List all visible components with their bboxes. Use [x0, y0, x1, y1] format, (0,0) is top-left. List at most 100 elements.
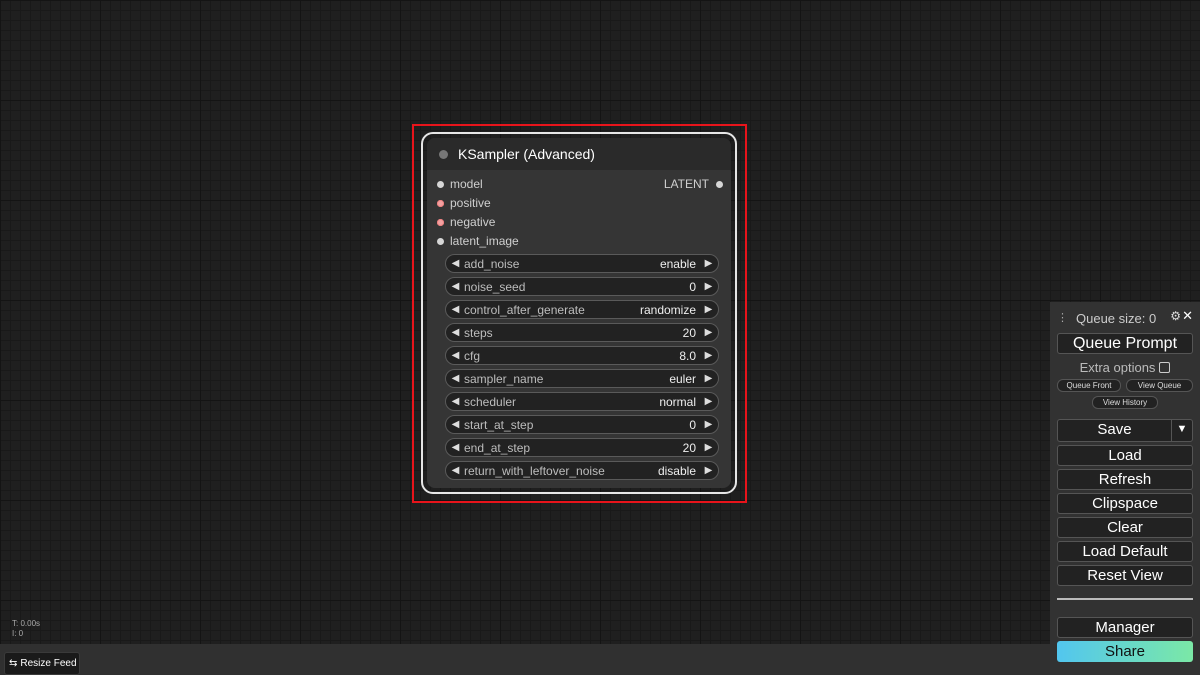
input-slot-positive[interactable]: positive: [437, 196, 491, 210]
right-arrow-icon[interactable]: ▶: [702, 327, 715, 338]
left-arrow-icon[interactable]: ◀: [449, 258, 462, 269]
left-arrow-icon[interactable]: ◀: [449, 281, 462, 292]
close-icon[interactable]: ✕: [1182, 308, 1193, 324]
widget-value: enable: [659, 256, 696, 271]
save-button[interactable]: Save: [1058, 420, 1171, 441]
clipspace-button[interactable]: Clipspace: [1057, 493, 1193, 514]
panel-header: ⋮ Queue size: 0 ⚙ ✕: [1057, 308, 1193, 328]
render-stats: T: 0.00s I: 0: [12, 619, 40, 639]
widget-value: disable: [657, 463, 696, 478]
resize-icon: ⇆: [9, 658, 18, 669]
node-body: KSampler (Advanced) model LATENT positiv…: [427, 138, 731, 488]
queue-prompt-button[interactable]: Queue Prompt: [1057, 333, 1193, 354]
widget-value: 20: [682, 440, 696, 455]
view-history-row: View History: [1057, 396, 1193, 409]
output-slot-latent[interactable]: LATENT: [664, 177, 723, 191]
node-title-bar[interactable]: KSampler (Advanced): [427, 138, 731, 170]
widget-control-after-generate[interactable]: ◀ control_after_generate randomize ▶: [445, 300, 719, 319]
widget-value: normal: [659, 394, 696, 409]
widget-name: scheduler: [464, 394, 517, 409]
input-slot-negative[interactable]: negative: [437, 215, 495, 229]
slot-row-model: model LATENT: [427, 175, 731, 194]
widget-name: return_with_leftover_noise: [464, 463, 605, 478]
separator: [1057, 598, 1193, 600]
queue-small-buttons: Queue Front View Queue: [1057, 379, 1193, 392]
widget-add-noise[interactable]: ◀ add_noise enable ▶: [445, 254, 719, 273]
queue-front-button[interactable]: Queue Front: [1057, 379, 1121, 392]
node-title: KSampler (Advanced): [458, 146, 595, 162]
gear-icon[interactable]: ⚙: [1170, 309, 1181, 323]
widget-value: 0: [689, 279, 696, 294]
right-arrow-icon[interactable]: ▶: [702, 419, 715, 430]
widget-cfg[interactable]: ◀ cfg 8.0 ▶: [445, 346, 719, 365]
left-arrow-icon[interactable]: ◀: [449, 465, 462, 476]
widget-list: ◀ add_noise enable ▶ ◀ noise_seed 0 ▶ ◀ …: [445, 254, 719, 484]
clear-button[interactable]: Clear: [1057, 517, 1193, 538]
left-arrow-icon[interactable]: ◀: [449, 442, 462, 453]
input-dot-icon[interactable]: [437, 180, 444, 188]
view-history-button[interactable]: View History: [1092, 396, 1158, 409]
extra-options-checkbox[interactable]: [1159, 361, 1171, 373]
view-queue-button[interactable]: View Queue: [1126, 379, 1193, 392]
collapse-dot-icon[interactable]: [439, 149, 448, 159]
extra-options-label: Extra options: [1079, 359, 1156, 375]
share-button[interactable]: Share: [1057, 641, 1193, 662]
right-arrow-icon[interactable]: ▶: [702, 442, 715, 453]
resize-feed-button[interactable]: ⇆ Resize Feed: [4, 652, 80, 675]
right-arrow-icon[interactable]: ▶: [702, 304, 715, 315]
stat-time: T: 0.00s: [12, 619, 41, 628]
bottom-bar: [0, 644, 1050, 675]
widget-start-at-step[interactable]: ◀ start_at_step 0 ▶: [445, 415, 719, 434]
widget-name: end_at_step: [464, 440, 531, 455]
left-arrow-icon[interactable]: ◀: [449, 327, 462, 338]
left-arrow-icon[interactable]: ◀: [449, 304, 462, 315]
right-arrow-icon[interactable]: ▶: [702, 396, 715, 407]
widget-name: start_at_step: [464, 417, 534, 432]
widget-name: add_noise: [464, 256, 520, 271]
widget-value: 0: [689, 417, 696, 432]
stat-iterations: I: 0: [12, 629, 24, 638]
input-label: model: [450, 177, 483, 191]
slot-row-negative: negative: [427, 213, 731, 232]
input-slot-model[interactable]: model: [437, 177, 483, 191]
right-arrow-icon[interactable]: ▶: [702, 465, 715, 476]
widget-value: 8.0: [679, 348, 696, 363]
queue-panel: ⋮ Queue size: 0 ⚙ ✕ Queue Prompt Extra o…: [1050, 302, 1200, 675]
load-button[interactable]: Load: [1057, 445, 1193, 466]
left-arrow-icon[interactable]: ◀: [449, 396, 462, 407]
chevron-down-icon[interactable]: ▼: [1171, 420, 1192, 441]
widget-sampler-name[interactable]: ◀ sampler_name euler ▶: [445, 369, 719, 388]
input-slot-latent-image[interactable]: latent_image: [437, 234, 519, 248]
drag-handle-icon[interactable]: ⋮: [1057, 311, 1068, 324]
slot-row-positive: positive: [427, 194, 731, 213]
right-arrow-icon[interactable]: ▶: [702, 373, 715, 384]
resize-feed-label: Resize Feed: [20, 658, 77, 669]
slot-row-latent-image: latent_image: [427, 232, 731, 251]
refresh-button[interactable]: Refresh: [1057, 469, 1193, 490]
widget-name: noise_seed: [464, 279, 526, 294]
left-arrow-icon[interactable]: ◀: [449, 350, 462, 361]
widget-return-with-leftover-noise[interactable]: ◀ return_with_leftover_noise disable ▶: [445, 461, 719, 480]
input-label: latent_image: [450, 234, 519, 248]
input-dot-icon[interactable]: [437, 218, 444, 226]
input-dot-icon[interactable]: [437, 237, 444, 245]
left-arrow-icon[interactable]: ◀: [449, 419, 462, 430]
widget-steps[interactable]: ◀ steps 20 ▶: [445, 323, 719, 342]
ksampler-advanced-node[interactable]: KSampler (Advanced) model LATENT positiv…: [421, 132, 737, 494]
manager-button[interactable]: Manager: [1057, 617, 1193, 638]
load-default-button[interactable]: Load Default: [1057, 541, 1193, 562]
right-arrow-icon[interactable]: ▶: [702, 281, 715, 292]
right-arrow-icon[interactable]: ▶: [702, 350, 715, 361]
left-arrow-icon[interactable]: ◀: [449, 373, 462, 384]
widget-name: sampler_name: [464, 371, 544, 386]
widget-scheduler[interactable]: ◀ scheduler normal ▶: [445, 392, 719, 411]
widget-end-at-step[interactable]: ◀ end_at_step 20 ▶: [445, 438, 719, 457]
reset-view-button[interactable]: Reset View: [1057, 565, 1193, 586]
extra-options-toggle[interactable]: Extra options: [1057, 357, 1193, 377]
right-arrow-icon[interactable]: ▶: [702, 258, 715, 269]
widget-noise-seed[interactable]: ◀ noise_seed 0 ▶: [445, 277, 719, 296]
save-split-button: Save ▼: [1057, 419, 1193, 442]
input-label: negative: [450, 215, 496, 229]
input-dot-icon[interactable]: [437, 199, 444, 207]
output-dot-icon[interactable]: [716, 180, 723, 188]
